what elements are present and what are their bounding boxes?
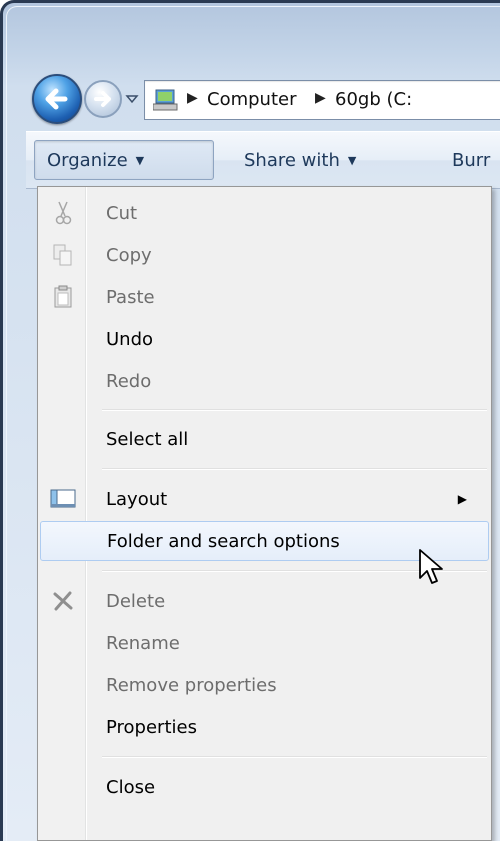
menu-item-properties[interactable]: Properties [40, 707, 489, 747]
breadcrumb-computer[interactable]: Computer [207, 89, 296, 110]
breadcrumb-separator-icon: ▶ [187, 90, 198, 106]
delete-x-icon [50, 588, 76, 614]
menu-separator [102, 756, 487, 758]
menu-item-label: Undo [106, 328, 154, 350]
menu-item-label: Delete [106, 590, 166, 612]
copy-icon [50, 242, 76, 268]
breadcrumb-separator-icon: ▶ [315, 90, 326, 106]
scissors-icon [50, 200, 76, 226]
menu-item-label: Copy [106, 244, 152, 266]
menu-item-label: Folder and search options [107, 530, 340, 552]
menu-item-redo[interactable]: Redo [40, 361, 489, 401]
menu-item-label: Close [106, 776, 156, 798]
menu-item-label: Layout [106, 488, 168, 510]
menu-item-label: Redo [106, 370, 152, 392]
back-button[interactable] [32, 74, 82, 124]
menu-item-close[interactable]: Close [40, 767, 489, 807]
back-arrow-icon [45, 88, 68, 110]
command-bar: Organize ▼ Share with ▼ Burr [26, 131, 500, 189]
submenu-arrow-icon: ▶ [457, 492, 467, 506]
menu-item-copy[interactable]: Copy [40, 235, 489, 275]
menu-item-select-all[interactable]: Select all [40, 419, 489, 459]
menu-item-undo[interactable]: Undo [40, 319, 489, 359]
menu-separator [102, 468, 487, 470]
menu-item-cut[interactable]: Cut [40, 193, 489, 233]
menu-item-paste[interactable]: Paste [40, 277, 489, 317]
organize-button[interactable]: Organize ▼ [34, 140, 214, 180]
menu-item-remove-properties[interactable]: Remove properties [40, 665, 489, 705]
share-with-label: Share with [244, 149, 340, 171]
organize-label: Organize [47, 149, 128, 171]
recent-pages-dropdown[interactable] [125, 88, 139, 110]
share-with-button[interactable]: Share with ▼ [244, 140, 356, 180]
menu-item-layout[interactable]: Layout ▶ [40, 479, 489, 519]
chevron-down-icon [125, 95, 139, 104]
layout-icon [50, 486, 76, 512]
menu-item-label: Cut [106, 202, 138, 224]
address-bar[interactable]: ▶ Computer ▶ 60gb (C: [144, 80, 500, 120]
forward-button[interactable] [84, 80, 122, 118]
computer-icon [153, 89, 178, 111]
menu-item-label: Properties [106, 716, 197, 738]
menu-item-label: Paste [106, 286, 155, 308]
menu-item-label: Select all [106, 428, 189, 450]
burn-button[interactable]: Burr [452, 140, 490, 180]
menu-item-rename[interactable]: Rename [40, 623, 489, 663]
breadcrumb-drive[interactable]: 60gb (C: [335, 89, 412, 110]
chevron-down-icon: ▼ [135, 153, 145, 167]
chevron-down-icon: ▼ [347, 153, 357, 167]
menu-item-label: Rename [106, 632, 180, 654]
clipboard-icon [50, 284, 76, 310]
mouse-cursor-icon [419, 549, 443, 584]
forward-arrow-icon [94, 91, 111, 107]
navigation-bar: ▶ Computer ▶ 60gb (C: [26, 74, 500, 124]
menu-item-label: Remove properties [106, 674, 277, 696]
organize-menu: Cut Copy Paste Undo Redo Select all Layo… [37, 186, 492, 841]
menu-separator [102, 409, 487, 411]
burn-label: Burr [452, 149, 491, 171]
